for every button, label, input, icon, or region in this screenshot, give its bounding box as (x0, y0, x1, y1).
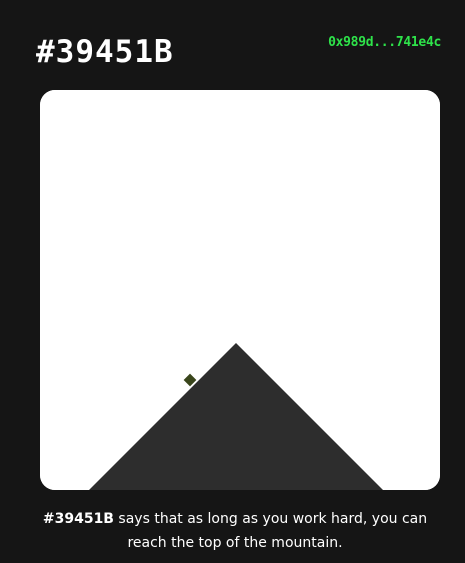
token-title: #39451B (36, 34, 174, 70)
caption-text: says that as long as you work hard, you … (113, 511, 428, 551)
wallet-address-link[interactable]: 0x989d...741e4c (328, 34, 441, 52)
caption-token-name: #39451B (42, 511, 114, 527)
artwork-caption: #39451B says that as long as you work ha… (30, 507, 440, 555)
artwork-canvas (40, 90, 440, 490)
artwork-svg (40, 90, 440, 490)
